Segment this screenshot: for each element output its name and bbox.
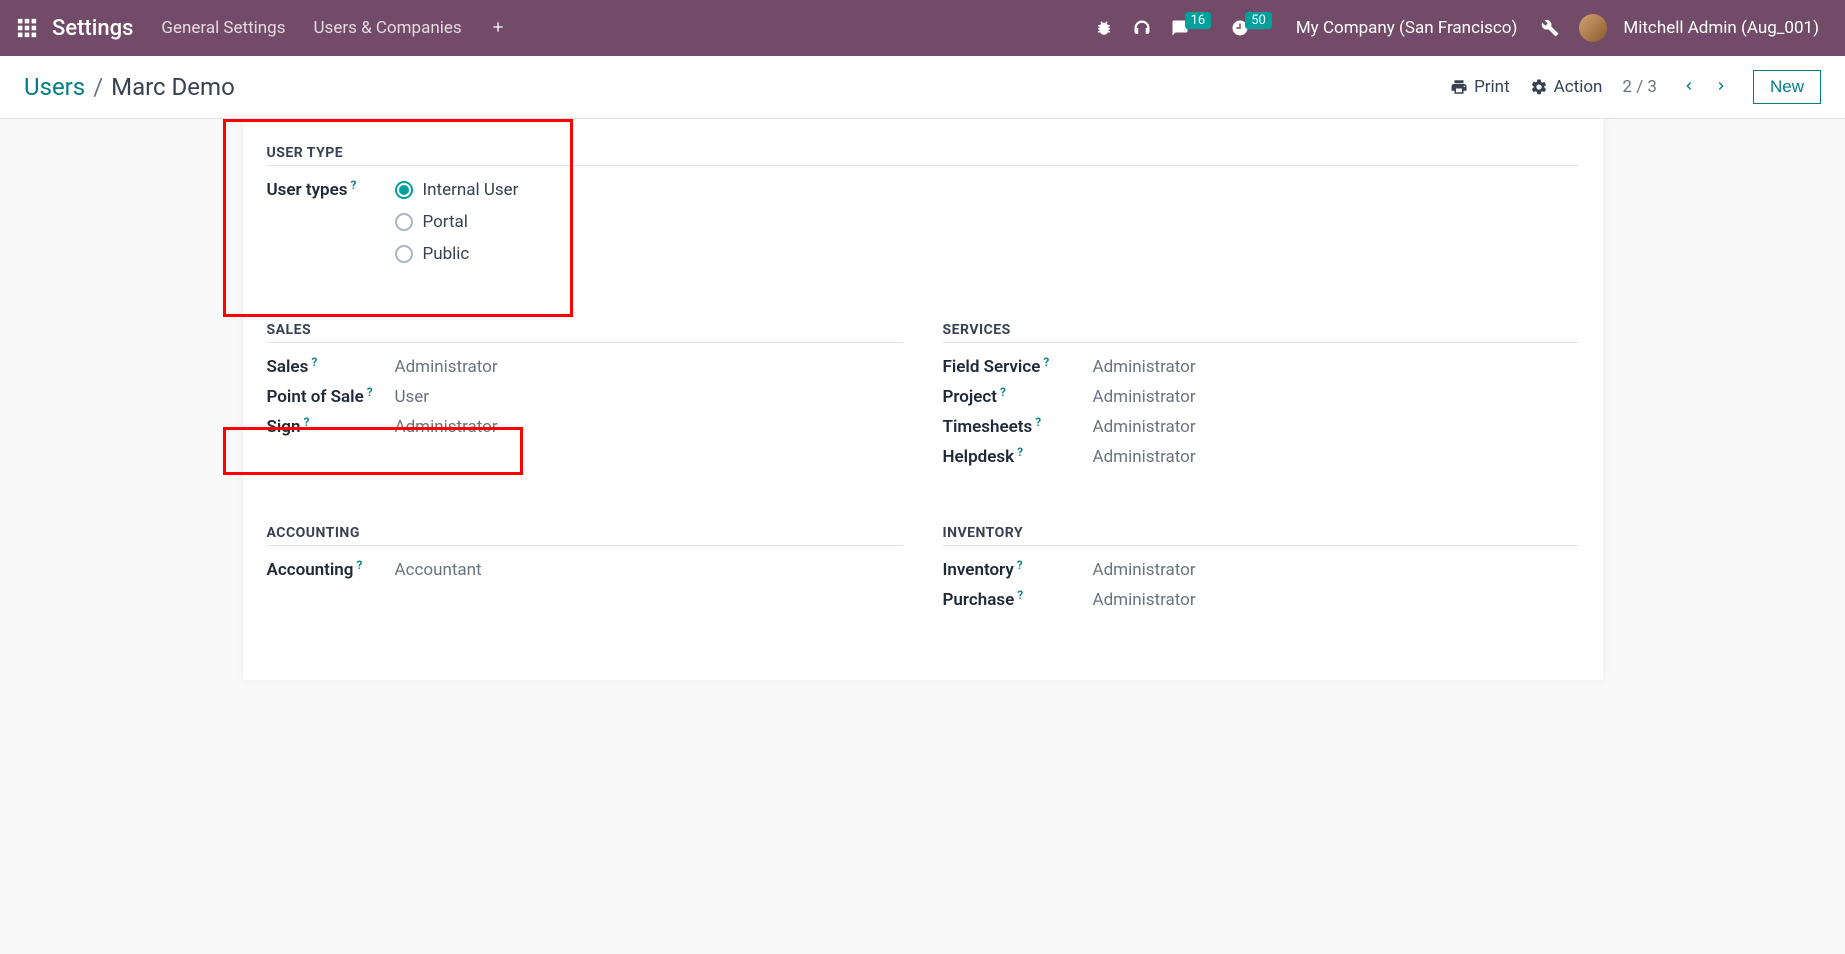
pager-count: 2 / 3 — [1622, 77, 1657, 97]
print-button[interactable]: Print — [1450, 77, 1510, 97]
pager-next[interactable] — [1709, 73, 1733, 101]
help-icon[interactable]: ? — [303, 415, 309, 429]
help-icon[interactable]: ? — [367, 385, 373, 399]
radio-portal[interactable]: Portal — [395, 212, 519, 232]
user-types-radio-group: Internal User Portal Public — [395, 180, 519, 264]
value-helpdesk[interactable]: Administrator — [1093, 447, 1579, 467]
value-sales[interactable]: Administrator — [395, 357, 903, 377]
label-timesheets: Timesheets? — [943, 417, 1093, 437]
activities-icon[interactable]: 50 — [1231, 19, 1272, 37]
radio-circle — [395, 245, 413, 263]
label-pos: Point of Sale? — [267, 387, 395, 407]
support-icon[interactable] — [1133, 19, 1151, 37]
value-pos[interactable]: User — [395, 387, 903, 407]
breadcrumb: Users / Marc Demo — [24, 73, 235, 101]
help-icon[interactable]: ? — [1000, 385, 1006, 399]
chevron-right-icon — [1713, 78, 1729, 94]
radio-internal-user[interactable]: Internal User — [395, 180, 519, 200]
apps-icon[interactable] — [16, 17, 38, 39]
avatar — [1579, 14, 1607, 42]
radio-public[interactable]: Public — [395, 244, 519, 264]
label-purchase: Purchase? — [943, 590, 1093, 610]
messages-icon[interactable]: 16 — [1171, 19, 1212, 37]
action-label: Action — [1554, 77, 1603, 97]
label-field-service: Field Service? — [943, 357, 1093, 377]
help-icon[interactable]: ? — [1035, 415, 1041, 429]
label-inventory: Inventory? — [943, 560, 1093, 580]
help-icon[interactable]: ? — [1017, 445, 1023, 459]
help-icon[interactable]: ? — [351, 178, 357, 192]
menu-users-companies[interactable]: Users & Companies — [314, 18, 462, 38]
section-title-inventory: INVENTORY — [943, 525, 1579, 546]
username: Mitchell Admin (Aug_001) — [1623, 18, 1819, 38]
form-scroll[interactable]: USER TYPE User types ? Internal User Por… — [0, 119, 1845, 951]
section-title-user-type: USER TYPE — [267, 145, 1579, 166]
help-icon[interactable]: ? — [1017, 558, 1023, 572]
print-icon — [1450, 78, 1468, 96]
label-sales: Sales? — [267, 357, 395, 377]
breadcrumb-separator: / — [93, 73, 103, 101]
label-accounting: Accounting? — [267, 560, 395, 580]
breadcrumb-users[interactable]: Users — [24, 73, 85, 101]
section-title-accounting: ACCOUNTING — [267, 525, 903, 546]
debug-icon[interactable] — [1095, 19, 1113, 37]
label-helpdesk: Helpdesk? — [943, 447, 1093, 467]
pager-prev[interactable] — [1677, 73, 1701, 101]
radio-circle — [395, 213, 413, 231]
section-title-services: SERVICES — [943, 322, 1579, 343]
value-inventory[interactable]: Administrator — [1093, 560, 1579, 580]
value-field-service[interactable]: Administrator — [1093, 357, 1579, 377]
label-project: Project? — [943, 387, 1093, 407]
top-navbar: Settings General Settings Users & Compan… — [0, 0, 1845, 56]
new-menu-icon[interactable] — [490, 16, 506, 40]
section-title-sales: SALES — [267, 322, 903, 343]
app-title: Settings — [52, 16, 133, 41]
label-sign: Sign? — [267, 417, 395, 437]
gear-icon — [1530, 78, 1548, 96]
help-icon[interactable]: ? — [356, 558, 362, 572]
action-button[interactable]: Action — [1530, 77, 1603, 97]
messages-badge: 16 — [1185, 12, 1212, 29]
help-icon[interactable]: ? — [311, 355, 317, 369]
control-panel: Users / Marc Demo Print Action 2 / 3 New — [0, 56, 1845, 119]
new-button[interactable]: New — [1753, 70, 1821, 104]
tools-icon[interactable] — [1541, 19, 1559, 37]
help-icon[interactable]: ? — [1017, 588, 1023, 602]
value-accounting[interactable]: Accountant — [395, 560, 903, 580]
help-icon[interactable]: ? — [1043, 355, 1049, 369]
chevron-left-icon — [1681, 78, 1697, 94]
radio-circle-checked — [395, 181, 413, 199]
print-label: Print — [1474, 77, 1510, 97]
form-sheet: USER TYPE User types ? Internal User Por… — [243, 119, 1603, 680]
user-menu[interactable]: Mitchell Admin (Aug_001) — [1579, 14, 1819, 42]
breadcrumb-current: Marc Demo — [111, 73, 235, 101]
activities-badge: 50 — [1245, 12, 1272, 29]
value-sign[interactable]: Administrator — [395, 417, 903, 437]
company-switcher[interactable]: My Company (San Francisco) — [1296, 18, 1518, 38]
label-user-types: User types ? — [267, 180, 395, 200]
menu-general-settings[interactable]: General Settings — [161, 18, 285, 38]
value-timesheets[interactable]: Administrator — [1093, 417, 1579, 437]
value-purchase[interactable]: Administrator — [1093, 590, 1579, 610]
value-project[interactable]: Administrator — [1093, 387, 1579, 407]
